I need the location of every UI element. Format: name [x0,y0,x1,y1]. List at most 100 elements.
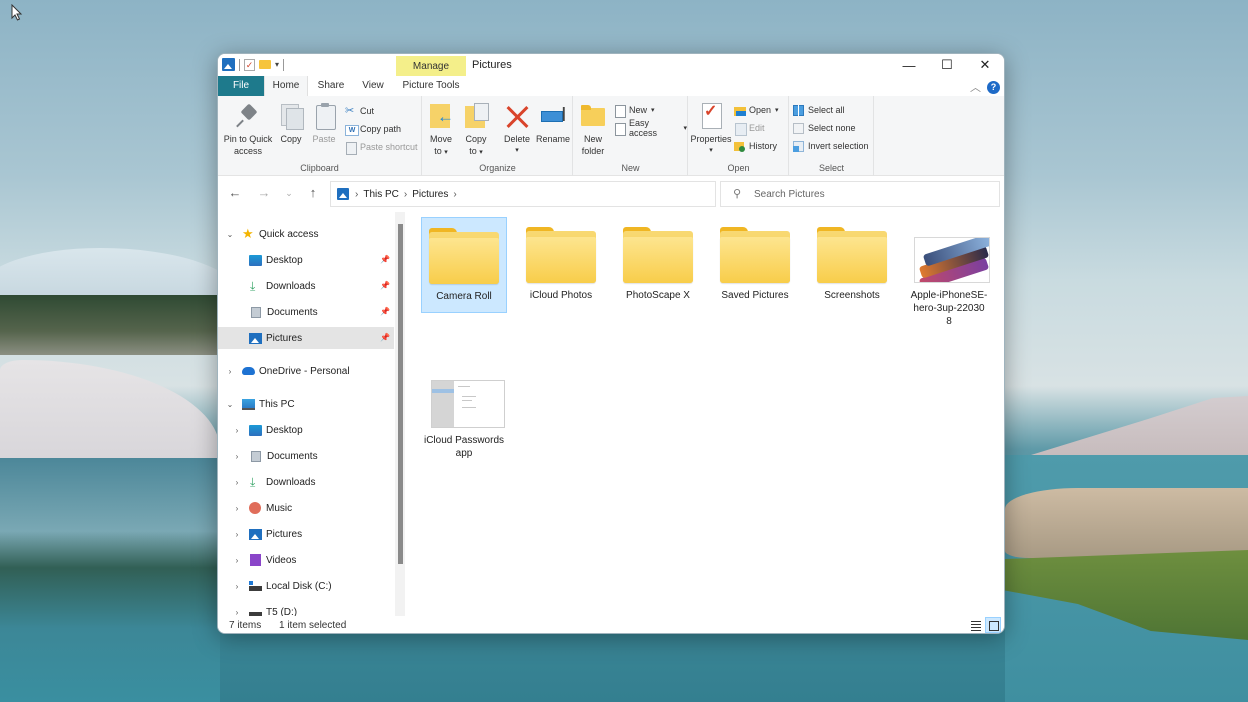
chevron-right-icon[interactable]: › [224,367,236,376]
chevron-right-icon[interactable]: › [231,582,243,591]
breadcrumb-pictures[interactable]: Pictures [412,189,448,200]
history-button[interactable]: History [734,138,777,154]
new-item-label: New [629,105,648,115]
chevron-right-icon[interactable]: › [231,556,243,565]
nav-item-pictures[interactable]: › Pictures [218,523,394,545]
new-item-button[interactable]: New ▾ [614,102,655,118]
select-all-button[interactable]: Select all [793,102,845,118]
chevron-right-icon[interactable]: › [231,452,243,461]
file-item-saved-pictures[interactable]: Saved Pictures [712,217,798,313]
tab-file[interactable]: File [218,76,264,96]
chevron-right-icon[interactable]: › [231,426,243,435]
cut-button[interactable]: Cut [345,103,374,119]
copy-icon [277,102,305,130]
details-view-icon[interactable] [970,619,982,631]
videos-icon [250,554,261,566]
breadcrumb-separator-icon[interactable]: › [404,189,407,200]
collapse-ribbon-icon[interactable]: ︿ [970,79,981,95]
file-item-apple-iphonese-image[interactable]: Apple-iPhoneSE- hero-3up-22030 8 [906,217,992,341]
copy-to-button[interactable]: Copy to ▾ [461,102,491,159]
search-input[interactable] [754,185,984,203]
nav-item-local-disk-c[interactable]: › Local Disk (C:) [218,575,394,597]
file-item-screenshots[interactable]: Screenshots [809,217,895,313]
invert-selection-button[interactable]: Invert selection [793,138,869,154]
nav-item-desktop[interactable]: › Desktop [218,419,394,441]
file-item-camera-roll[interactable]: Camera Roll [421,217,507,313]
properties-button[interactable]: Properties ▾ [690,102,732,157]
pin-to-quick-access-button[interactable]: Pin to Quick access [223,102,273,157]
edit-button[interactable]: Edit [734,120,765,136]
chevron-right-icon[interactable]: › [231,478,243,487]
chevron-down-icon[interactable]: ⌄ [224,230,236,239]
close-button[interactable]: ✕ [966,54,1004,76]
back-button[interactable]: ← [226,184,244,202]
nav-item-t5-d[interactable]: › T5 (D:) [218,601,394,616]
select-none-button[interactable]: Select none [793,120,856,136]
nav-pane-scrollbar-thumb[interactable] [398,224,403,564]
paste-button[interactable]: Paste [309,102,339,145]
paste-shortcut-button[interactable]: Paste shortcut [345,139,418,155]
rename-button[interactable]: Rename [535,102,571,145]
nav-item-this-pc[interactable]: ⌄ This PC [218,393,394,415]
new-folder-button[interactable]: New folder [578,102,608,157]
pin-label-line2: access [233,146,262,156]
nav-item-music[interactable]: › Music [218,497,394,519]
nav-item-onedrive[interactable]: › OneDrive - Personal [218,360,394,382]
title-bar[interactable]: ✓ ▾ Manage Pictures — ☐ ✕ [218,54,1004,77]
move-to-button[interactable]: Move to ▾ [426,102,456,159]
address-bar[interactable]: › This PC › Pictures › ⌄ ↻ [330,181,817,207]
file-item-icloud-passwords-app[interactable]: iCloud Passwords app [421,362,507,459]
help-icon[interactable]: ? [987,80,1000,94]
chevron-right-icon[interactable]: › [231,504,243,513]
pin-icon: 📌 [380,281,390,290]
nav-item-desktop-pinned[interactable]: Desktop 📌 [218,249,394,271]
nav-item-videos[interactable]: › Videos [218,549,394,571]
tab-share[interactable]: Share [310,76,352,96]
quick-access-toolbar: ✓ ▾ [222,58,285,71]
tab-home[interactable]: Home [264,76,308,96]
copy-path-button[interactable]: Copy path [345,121,401,137]
recent-locations-dropdown[interactable]: ⌄ [280,184,298,202]
properties-qat-icon[interactable]: ✓ [244,58,255,71]
search-box[interactable]: ⚲ [720,181,1000,207]
delete-button[interactable]: Delete ▾ [501,102,533,157]
folder-icon [817,227,887,283]
large-icons-view-icon[interactable] [985,617,1001,633]
breadcrumb-this-pc[interactable]: This PC [363,189,399,200]
tab-picture-tools[interactable]: Picture Tools [396,76,466,96]
paste-icon [310,102,338,130]
up-button[interactable]: ↑ [304,184,322,202]
file-item-photoscape-x[interactable]: PhotoScape X [615,217,701,313]
nav-item-label: Downloads [266,476,316,488]
clipboard-group: Pin to Quick access Copy Paste Cut Copy … [218,96,422,176]
customize-qat-dropdown-icon[interactable]: ▾ [275,60,279,69]
nav-item-quick-access[interactable]: ⌄ Quick access [218,223,394,245]
breadcrumb-separator-icon[interactable]: › [355,189,358,200]
pictures-icon [249,528,262,540]
nav-item-documents[interactable]: › Documents [218,445,394,467]
nav-item-downloads-pinned[interactable]: Downloads 📌 [218,275,394,297]
easy-access-button[interactable]: Easy access ▾ [614,118,687,138]
clipboard-group-label: Clipboard [300,163,339,173]
navigation-pane: ⌄ Quick access Desktop 📌 Downloads 📌 Doc… [218,212,408,616]
nav-item-documents-pinned[interactable]: Documents 📌 [218,301,394,323]
nav-item-pictures-pinned[interactable]: Pictures 📌 [218,327,394,349]
file-item-icloud-photos[interactable]: iCloud Photos [518,217,604,313]
new-folder-qat-icon[interactable] [259,60,271,69]
pictures-app-icon[interactable] [222,58,235,71]
chevron-right-icon[interactable]: › [231,530,243,539]
minimize-button[interactable]: — [890,54,928,76]
maximize-button[interactable]: ☐ [928,54,966,76]
organize-group-label: Organize [479,163,516,173]
tab-manage[interactable]: Manage [396,56,466,77]
chevron-right-icon[interactable]: › [231,608,243,617]
copy-path-icon [345,124,359,136]
nav-item-downloads[interactable]: › Downloads [218,471,394,493]
open-button[interactable]: Open ▾ [734,102,779,118]
tab-view[interactable]: View [354,76,392,96]
copy-button[interactable]: Copy [276,102,306,145]
easy-access-icon [614,122,626,136]
chevron-down-icon[interactable]: ⌄ [224,400,236,409]
breadcrumb-separator-icon[interactable]: › [453,189,456,200]
forward-button[interactable]: → [255,184,273,202]
